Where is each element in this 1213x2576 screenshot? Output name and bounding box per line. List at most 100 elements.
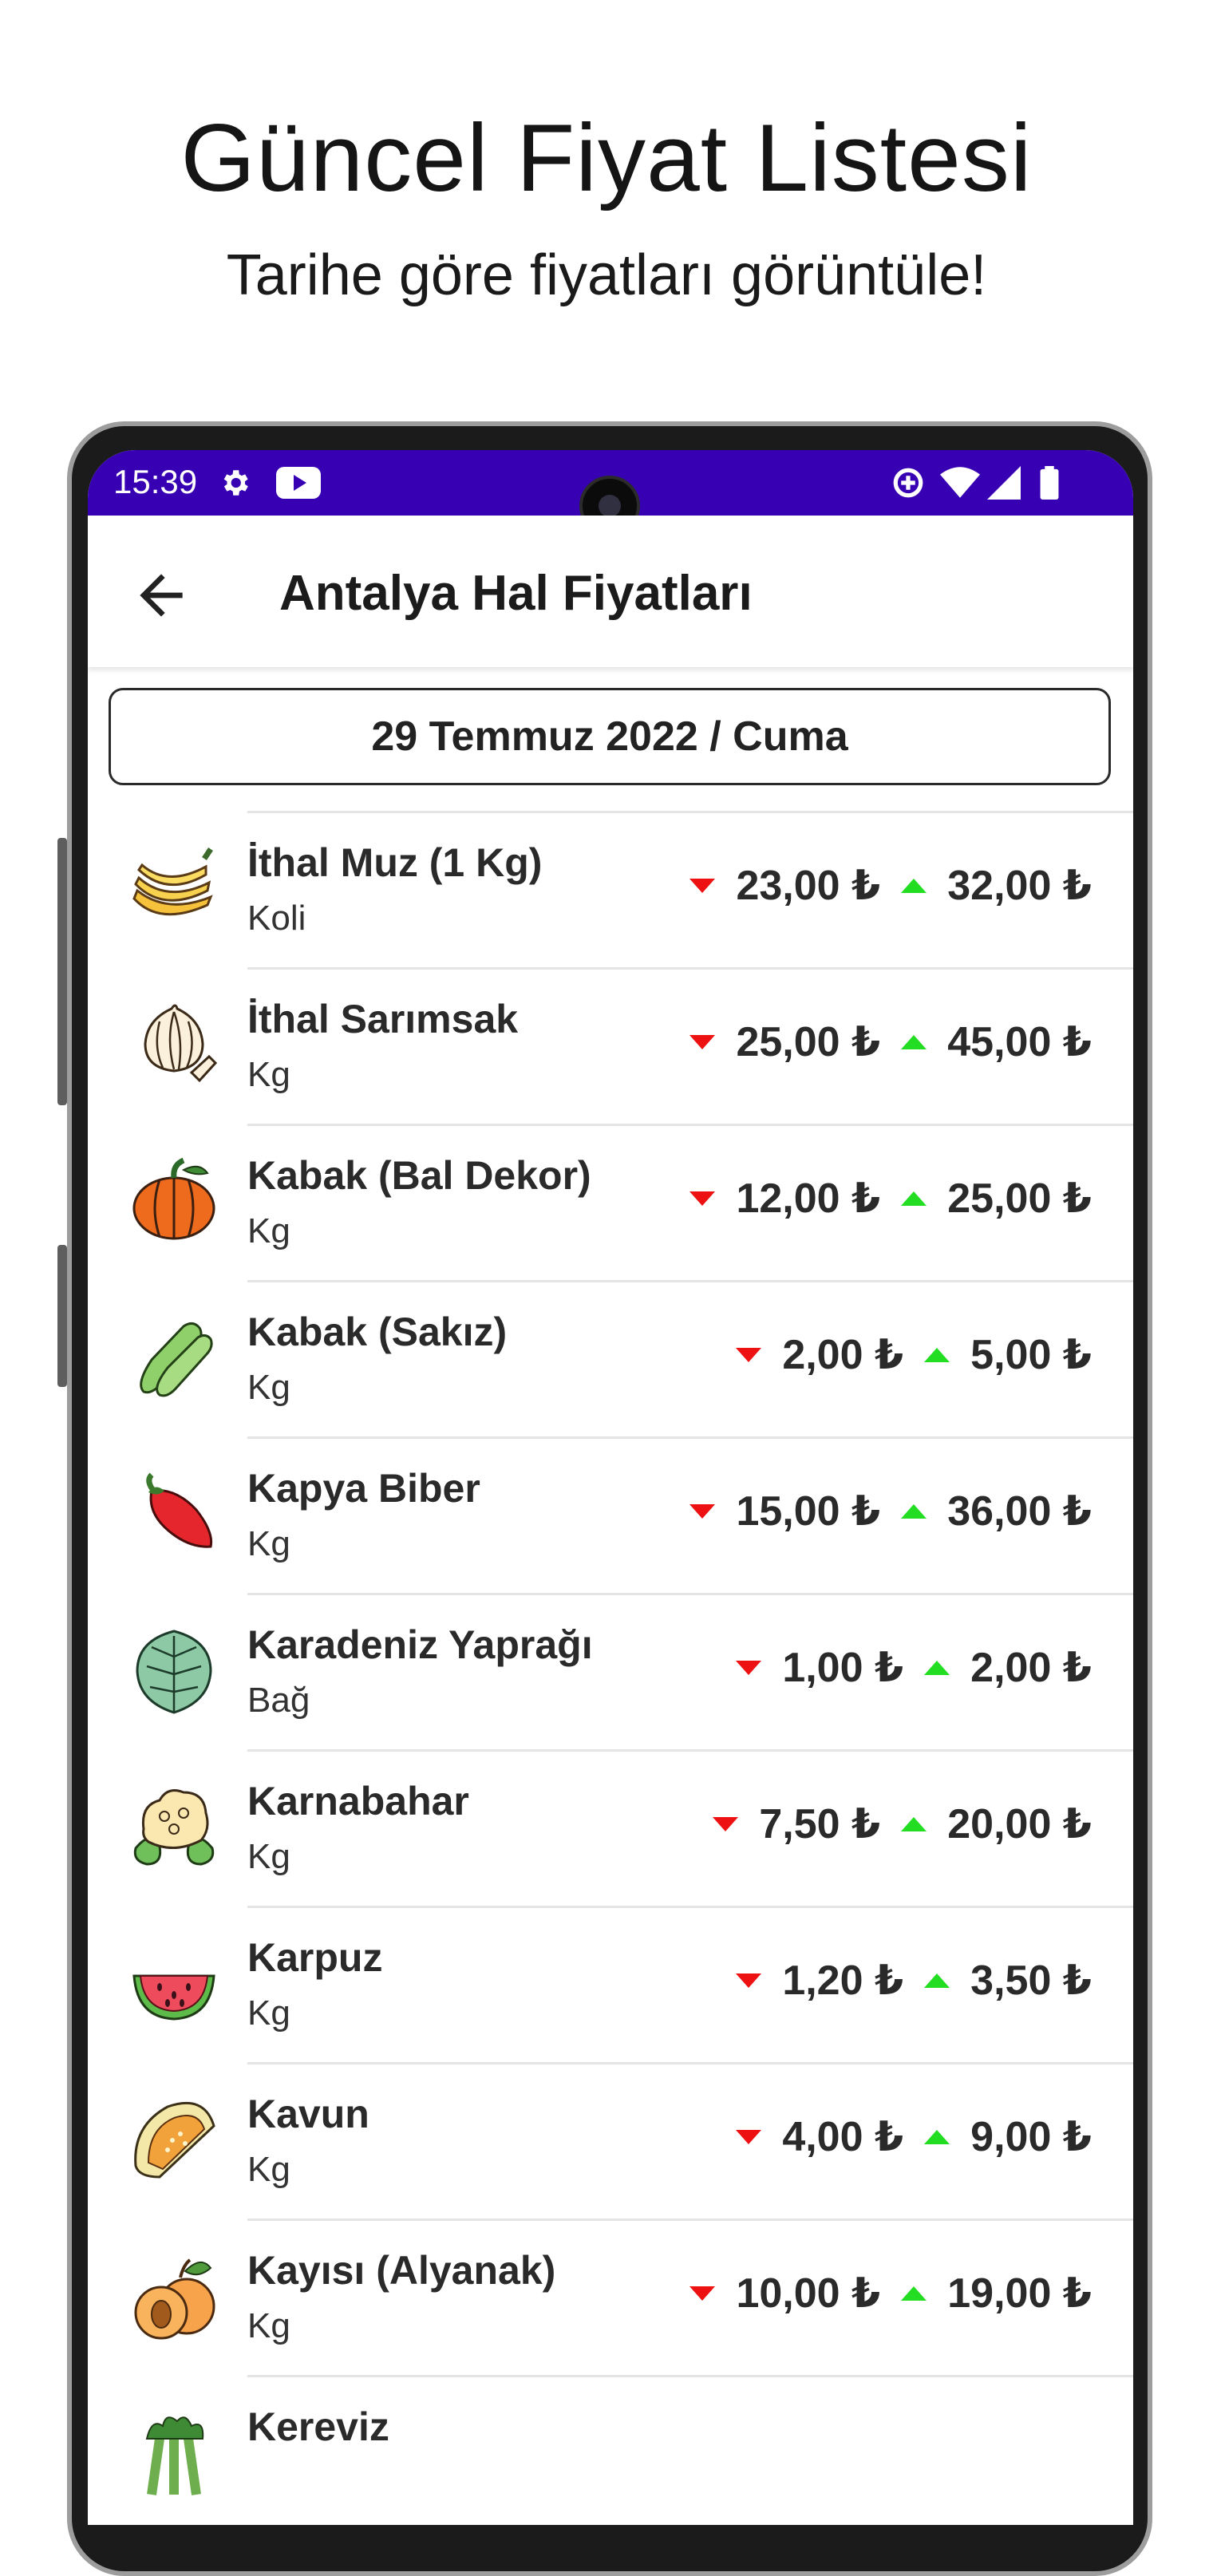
- min-price: 12,00 ₺: [736, 1175, 881, 1222]
- app-bar: Antalya Hal Fiyatları: [88, 516, 1133, 667]
- product-row[interactable]: Kereviz: [88, 2375, 1133, 2525]
- price-down-icon: [736, 1661, 762, 1675]
- product-row[interactable]: Kabak (Bal Dekor) Kg 12,00 ₺ 25,00 ₺: [88, 1124, 1133, 1280]
- product-name: Karpuz: [247, 1935, 383, 1980]
- page-title: Antalya Hal Fiyatları: [279, 566, 753, 621]
- price-range: 15,00 ₺ 36,00 ₺: [689, 1488, 1092, 1535]
- apricot-icon: [134, 2258, 215, 2340]
- product-name: İthal Muz (1 Kg): [247, 840, 543, 885]
- price-range: 12,00 ₺ 25,00 ₺: [689, 1175, 1092, 1223]
- price-up-icon: [924, 1973, 950, 1988]
- price-range: 7,50 ₺ 20,00 ₺: [713, 1800, 1092, 1848]
- product-unit: Kg: [247, 1993, 290, 2033]
- product-row[interactable]: Kabak (Sakız) Kg 2,00 ₺ 5,00 ₺: [88, 1280, 1133, 1436]
- price-up-icon: [901, 2286, 927, 2301]
- min-price: 23,00 ₺: [736, 863, 881, 909]
- min-price: 25,00 ₺: [736, 1019, 881, 1065]
- row-divider: [247, 1280, 1133, 1282]
- row-divider: [247, 2375, 1133, 2377]
- max-price: 2,00 ₺: [970, 1645, 1092, 1691]
- phone-side-button: [57, 838, 67, 1105]
- youtube-icon: [276, 467, 321, 499]
- price-range: 23,00 ₺ 32,00 ₺: [689, 862, 1092, 910]
- product-name: Karnabahar: [247, 1779, 469, 1823]
- price-down-icon: [736, 2130, 762, 2144]
- banana-icon: [132, 847, 213, 916]
- product-unit: Koli: [247, 899, 306, 938]
- product-unit: Kg: [247, 1055, 290, 1094]
- product-unit: Kg: [247, 1368, 290, 1407]
- price-down-icon: [689, 2286, 716, 2301]
- price-down-icon: [736, 1348, 762, 1362]
- phone-screen: 15:39 Antalya Hal Fiyatları 29 Temmuz 20: [88, 450, 1133, 2525]
- price-up-icon: [924, 1348, 950, 1362]
- row-divider: [247, 811, 1133, 813]
- product-row[interactable]: Karpuz Kg 1,20 ₺ 3,50 ₺: [88, 1906, 1133, 2062]
- product-row[interactable]: Kavun Kg 4,00 ₺ 9,00 ₺: [88, 2062, 1133, 2218]
- min-price: 4,00 ₺: [782, 2114, 904, 2160]
- price-up-icon: [901, 1191, 927, 1206]
- price-down-icon: [689, 1035, 716, 1049]
- product-name: Kavun: [247, 2092, 369, 2136]
- price-range: 1,00 ₺ 2,00 ₺: [736, 1644, 1092, 1692]
- date-selector-button[interactable]: 29 Temmuz 2022 / Cuma: [109, 688, 1111, 785]
- price-up-icon: [901, 1817, 927, 1831]
- product-name: Kabak (Sakız): [247, 1310, 508, 1354]
- row-divider: [247, 2218, 1133, 2221]
- signal-icon: [987, 466, 1021, 500]
- product-name: Kereviz: [247, 2404, 389, 2449]
- min-price: 7,50 ₺: [759, 1801, 881, 1847]
- price-up-icon: [901, 1504, 927, 1519]
- data-saver-icon: [893, 468, 923, 498]
- melon-icon: [134, 2101, 215, 2179]
- row-divider: [247, 1749, 1133, 1752]
- max-price: 19,00 ₺: [947, 2270, 1092, 2317]
- price-range: 10,00 ₺ 19,00 ₺: [689, 2270, 1092, 2317]
- min-price: 2,00 ₺: [782, 1332, 904, 1378]
- product-row[interactable]: İthal Muz (1 Kg) Koli 23,00 ₺ 32,00 ₺: [88, 811, 1133, 967]
- product-row[interactable]: Karnabahar Kg 7,50 ₺ 20,00 ₺: [88, 1749, 1133, 1906]
- product-name: Karadeniz Yaprağı: [247, 1622, 593, 1667]
- red-pepper-icon: [146, 1472, 213, 1548]
- price-range: 4,00 ₺ 9,00 ₺: [736, 2113, 1092, 2161]
- price-range: 2,00 ₺ 5,00 ₺: [736, 1331, 1092, 1379]
- max-price: 20,00 ₺: [947, 1801, 1092, 1847]
- max-price: 3,50 ₺: [970, 1958, 1092, 2004]
- row-divider: [247, 1436, 1133, 1439]
- price-up-icon: [901, 879, 927, 893]
- watermelon-icon: [132, 1974, 215, 2021]
- price-up-icon: [924, 2130, 950, 2144]
- product-unit: Kg: [247, 2150, 290, 2189]
- product-row[interactable]: Karadeniz Yaprağı Bağ 1,00 ₺ 2,00 ₺: [88, 1593, 1133, 1749]
- price-down-icon: [689, 1191, 716, 1206]
- gear-icon: [223, 470, 248, 496]
- min-price: 1,00 ₺: [782, 1645, 904, 1691]
- promo-title: Güncel Fiyat Listesi: [180, 105, 1033, 211]
- max-price: 36,00 ₺: [947, 1488, 1092, 1535]
- min-price: 15,00 ₺: [736, 1488, 881, 1535]
- product-unit: Kg: [247, 1524, 290, 1563]
- wifi-icon: [940, 467, 980, 498]
- product-unit: Kg: [247, 1837, 290, 1876]
- price-up-icon: [924, 1661, 950, 1675]
- price-down-icon: [689, 1504, 716, 1519]
- arrow-back-icon[interactable]: [129, 563, 193, 627]
- price-up-icon: [901, 1035, 927, 1049]
- product-unit: Kg: [247, 2306, 290, 2345]
- product-unit: Bağ: [247, 1681, 310, 1720]
- battery-icon: [1040, 466, 1059, 500]
- row-divider: [247, 967, 1133, 970]
- product-name: Kapya Biber: [247, 1466, 480, 1511]
- product-row[interactable]: Kayısı (Alyanak) Kg 10,00 ₺ 19,00 ₺: [88, 2218, 1133, 2375]
- product-name: Kabak (Bal Dekor): [247, 1153, 591, 1198]
- min-price: 10,00 ₺: [736, 2270, 881, 2317]
- max-price: 45,00 ₺: [947, 1019, 1092, 1065]
- product-row[interactable]: Kapya Biber Kg 15,00 ₺ 36,00 ₺: [88, 1436, 1133, 1593]
- max-price: 9,00 ₺: [970, 2114, 1092, 2160]
- promo-subtitle: Tarihe göre fiyatları görüntüle!: [226, 243, 987, 307]
- price-down-icon: [713, 1817, 739, 1831]
- max-price: 32,00 ₺: [947, 863, 1092, 909]
- product-name: Kayısı (Alyanak): [247, 2248, 556, 2293]
- product-row[interactable]: İthal Sarımsak Kg 25,00 ₺ 45,00 ₺: [88, 967, 1133, 1124]
- price-range: 1,20 ₺ 3,50 ₺: [736, 1957, 1092, 2005]
